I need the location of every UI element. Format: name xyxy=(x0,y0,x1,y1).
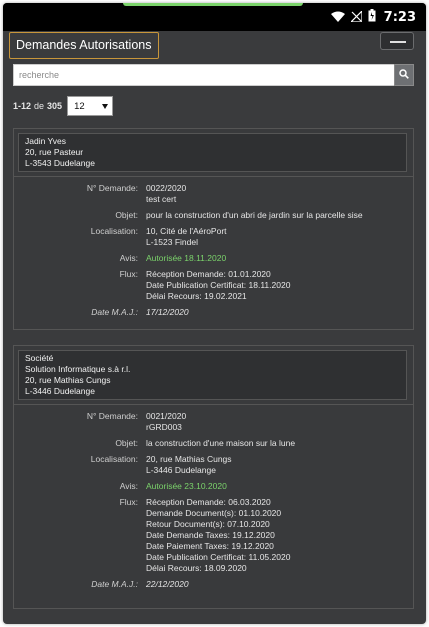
label-date-maj: Date M.A.J.: xyxy=(91,307,138,317)
menu-icon xyxy=(390,41,406,43)
pager-range: 1-12 xyxy=(13,101,32,111)
notification-pill xyxy=(123,3,303,6)
label-localisation: Localisation: xyxy=(90,454,138,464)
request-card[interactable]: Société Solution Informatique s.à r.l. 2… xyxy=(13,345,414,609)
applicant-block: Société Solution Informatique s.à r.l. 2… xyxy=(18,350,407,400)
label-date-maj: Date M.A.J.: xyxy=(91,579,138,589)
detail-row-num: N° Demande: 0021/2020 rGRD003 xyxy=(14,411,413,433)
avis-status: Autorisée 23.10.2020 xyxy=(146,481,227,491)
applicant-line: Jadin Yves xyxy=(25,136,66,146)
flux-line: Réception Demande: 06.03.2020 xyxy=(146,497,271,507)
request-card[interactable]: Jadin Yves 20, rue Pasteur L-3543 Dudela… xyxy=(13,128,414,330)
pager-total: 305 xyxy=(47,101,63,111)
status-bar: 7:23 xyxy=(3,3,426,31)
caret-down-icon xyxy=(102,101,109,112)
request-details: N° Demande: 0022/2020 test cert Objet: po… xyxy=(14,176,413,322)
request-number: 0021/2020 xyxy=(146,411,187,421)
detail-row-objet: Objet: pour la construction d'un abri de… xyxy=(14,210,413,221)
detail-row-flux: Flux: Réception Demande: 06.03.2020 Dema… xyxy=(14,497,413,574)
status-time: 7:23 xyxy=(383,9,416,25)
applicant-line: Société xyxy=(25,353,54,363)
request-reference: test cert xyxy=(146,194,177,204)
detail-row-avis: Avis: Autorisée 23.10.2020 xyxy=(14,481,413,492)
label-num: N° Demande: xyxy=(86,411,138,421)
label-localisation: Localisation: xyxy=(90,226,138,236)
label-objet: Objet: xyxy=(115,438,138,448)
applicant-block: Jadin Yves 20, rue Pasteur L-3543 Dudela… xyxy=(18,133,407,172)
flux-line: Retour Document(s): 07.10.2020 xyxy=(146,519,270,529)
location-line: L-3446 Dudelange xyxy=(146,465,216,475)
device-screen: 7:23 Demandes Autorisations 1-12 de 305 … xyxy=(3,3,426,624)
applicant-line: 20, rue Pasteur xyxy=(25,147,84,157)
location-line: 10, Cité de l'AéroPort xyxy=(146,226,227,236)
label-num: N° Demande: xyxy=(86,183,138,193)
search-icon xyxy=(399,66,409,84)
detail-row-objet: Objet: la construction d'une maison sur … xyxy=(14,438,413,449)
applicant-line: 20, rue Mathias Cungs xyxy=(25,375,111,385)
date-maj: 22/12/2020 xyxy=(146,579,189,589)
request-number: 0022/2020 xyxy=(146,183,187,193)
flux-line: Date Paiement Taxes: 19.12.2020 xyxy=(146,541,274,551)
request-objet: la construction d'une maison sur la lune xyxy=(146,438,296,448)
app-title[interactable]: Demandes Autorisations xyxy=(9,32,159,59)
flux-line: Date Demande Taxes: 19.12.2020 xyxy=(146,530,275,540)
menu-button[interactable] xyxy=(380,32,414,50)
wifi-icon xyxy=(330,10,345,25)
detail-row-date-maj: Date M.A.J.: 17/12/2020 xyxy=(14,307,413,318)
applicant-line: L-3446 Dudelange xyxy=(25,386,95,396)
search-input[interactable] xyxy=(13,64,394,86)
label-avis: Avis: xyxy=(119,253,138,263)
app-bar: Demandes Autorisations xyxy=(3,31,426,61)
no-signal-icon xyxy=(349,9,363,25)
request-details: N° Demande: 0021/2020 rGRD003 Objet: la c… xyxy=(14,404,413,594)
date-maj: 17/12/2020 xyxy=(146,307,189,317)
label-flux: Flux: xyxy=(119,269,138,279)
applicant-line: L-3543 Dudelange xyxy=(25,158,95,168)
search-bar xyxy=(13,64,414,86)
detail-row-localisation: Localisation: 20, rue Mathias Cungs L-344… xyxy=(14,454,413,476)
request-objet: pour la construction d'un abri de jardin… xyxy=(146,210,363,220)
detail-row-num: N° Demande: 0022/2020 test cert xyxy=(14,183,413,205)
detail-row-flux: Flux: Réception Demande: 01.01.2020 Date… xyxy=(14,269,413,302)
flux-line: Réception Demande: 01.01.2020 xyxy=(146,269,271,279)
flux-line: Date Publication Certificat: 18.11.2020 xyxy=(146,280,291,290)
label-objet: Objet: xyxy=(115,210,138,220)
pagination: 1-12 de 305 12 xyxy=(13,96,114,116)
applicant-line: Solution Informatique s.à r.l. xyxy=(25,364,131,374)
per-page-value: 12 xyxy=(74,100,85,112)
pager-of: de xyxy=(34,101,45,111)
label-flux: Flux: xyxy=(119,497,138,507)
per-page-select[interactable]: 12 xyxy=(67,96,114,116)
flux-line: Date Publication Certificat: 11.05.2020 xyxy=(146,552,291,562)
search-button[interactable] xyxy=(394,64,414,86)
flux-line: Délai Recours: 18.09.2020 xyxy=(146,563,247,573)
flux-line: Demande Document(s): 01.10.2020 xyxy=(146,508,282,518)
battery-icon xyxy=(368,9,376,25)
avis-status: Autorisée 18.11.2020 xyxy=(146,253,227,263)
location-line: L-1523 Findel xyxy=(146,237,198,247)
detail-row-localisation: Localisation: 10, Cité de l'AéroPort L-15… xyxy=(14,226,413,248)
flux-line: Délai Recours: 19.02.2021 xyxy=(146,291,247,301)
label-avis: Avis: xyxy=(119,481,138,491)
detail-row-date-maj: Date M.A.J.: 22/12/2020 xyxy=(14,579,413,590)
request-reference: rGRD003 xyxy=(146,422,182,432)
detail-row-avis: Avis: Autorisée 18.11.2020 xyxy=(14,253,413,264)
location-line: 20, rue Mathias Cungs xyxy=(146,454,232,464)
